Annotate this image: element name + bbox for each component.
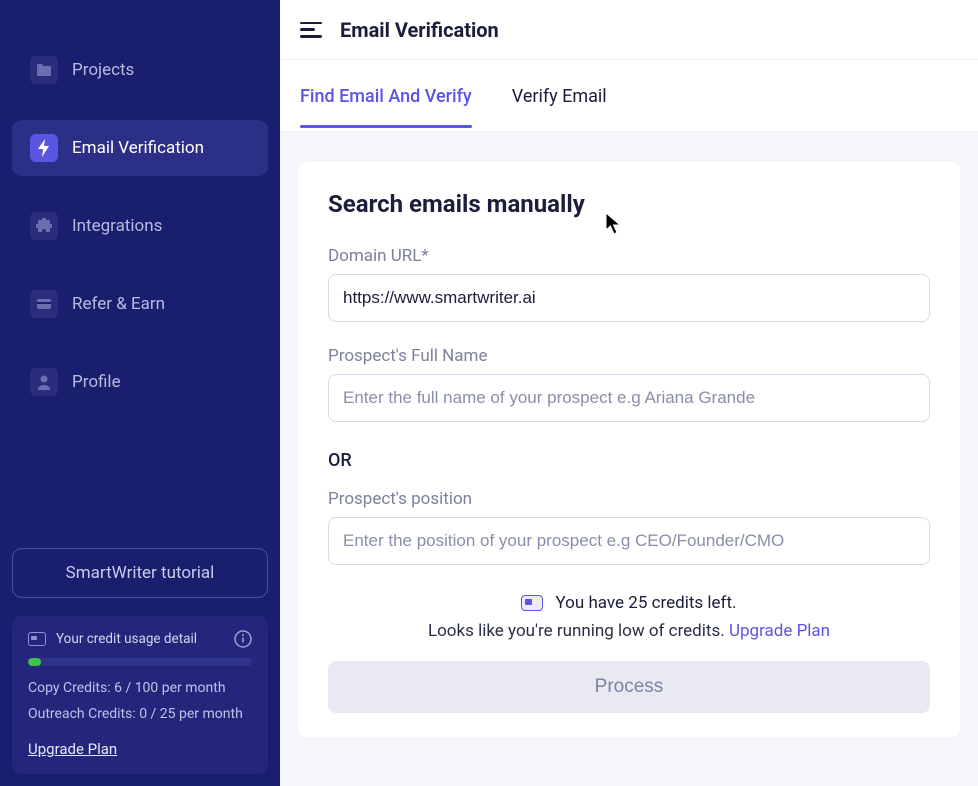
domain-url-label: Domain URL* [328, 246, 930, 266]
sidebar-item-label: Profile [72, 372, 121, 392]
sidebar-item-integrations[interactable]: Integrations [12, 198, 268, 254]
tutorial-button[interactable]: SmartWriter tutorial [12, 548, 268, 598]
position-label: Prospect's position [328, 489, 930, 509]
search-emails-card: Search emails manually Domain URL* Prosp… [298, 162, 960, 737]
sidebar-nav: Projects Email Verification Integrations… [12, 42, 268, 410]
user-icon [30, 368, 58, 396]
process-button[interactable]: Process [328, 661, 930, 713]
credit-card-icon [28, 632, 46, 646]
sidebar-item-label: Refer & Earn [72, 294, 165, 314]
domain-url-input[interactable] [328, 274, 930, 322]
sidebar-item-label: Projects [72, 60, 134, 80]
fullname-input[interactable] [328, 374, 930, 422]
credit-progress-fill [28, 658, 41, 666]
wallet-icon [30, 290, 58, 318]
folder-icon [30, 56, 58, 84]
tab-label: Find Email And Verify [300, 86, 472, 107]
info-icon[interactable] [234, 630, 252, 648]
tab-find-email-and-verify[interactable]: Find Email And Verify [300, 64, 472, 127]
outreach-credits-line: Outreach Credits: 0 / 25 per month [28, 706, 252, 722]
process-button-label: Process [595, 676, 664, 697]
position-input[interactable] [328, 517, 930, 565]
topbar: Email Verification [280, 0, 978, 60]
credit-usage-panel: Your credit usage detail Copy Credits: 6… [12, 616, 268, 774]
menu-icon[interactable] [300, 22, 322, 38]
card-heading: Search emails manually [328, 190, 930, 218]
credit-usage-title: Your credit usage detail [56, 631, 197, 647]
bolt-icon [30, 134, 58, 162]
upgrade-plan-link[interactable]: Upgrade Plan [28, 740, 117, 758]
puzzle-icon [30, 212, 58, 240]
tab-verify-email[interactable]: Verify Email [512, 64, 607, 127]
sidebar-item-label: Integrations [72, 216, 162, 236]
main-area: Email Verification Find Email And Verify… [280, 0, 978, 786]
low-credits-text: Looks like you're running low of credits… [428, 621, 729, 641]
credits-remaining-row: You have 25 credits left. [328, 593, 930, 613]
page-title: Email Verification [340, 18, 499, 42]
inline-upgrade-link[interactable]: Upgrade Plan [729, 621, 830, 641]
sidebar-item-label: Email Verification [72, 138, 204, 158]
credit-progress-bar [28, 658, 252, 666]
credits-remaining-text: You have 25 credits left. [555, 593, 736, 613]
or-separator: OR [328, 450, 930, 471]
tabs: Find Email And Verify Verify Email [280, 60, 978, 132]
sidebar: Projects Email Verification Integrations… [0, 0, 280, 786]
fullname-label: Prospect's Full Name [328, 346, 930, 366]
credits-badge-icon [521, 595, 543, 611]
copy-credits-line: Copy Credits: 6 / 100 per month [28, 680, 252, 696]
low-credits-line: Looks like you're running low of credits… [328, 621, 930, 641]
tab-label: Verify Email [512, 86, 607, 107]
tutorial-label: SmartWriter tutorial [66, 563, 215, 583]
sidebar-item-refer-earn[interactable]: Refer & Earn [12, 276, 268, 332]
sidebar-item-projects[interactable]: Projects [12, 42, 268, 98]
sidebar-item-profile[interactable]: Profile [12, 354, 268, 410]
content: Search emails manually Domain URL* Prosp… [280, 132, 978, 777]
sidebar-item-email-verification[interactable]: Email Verification [12, 120, 268, 176]
